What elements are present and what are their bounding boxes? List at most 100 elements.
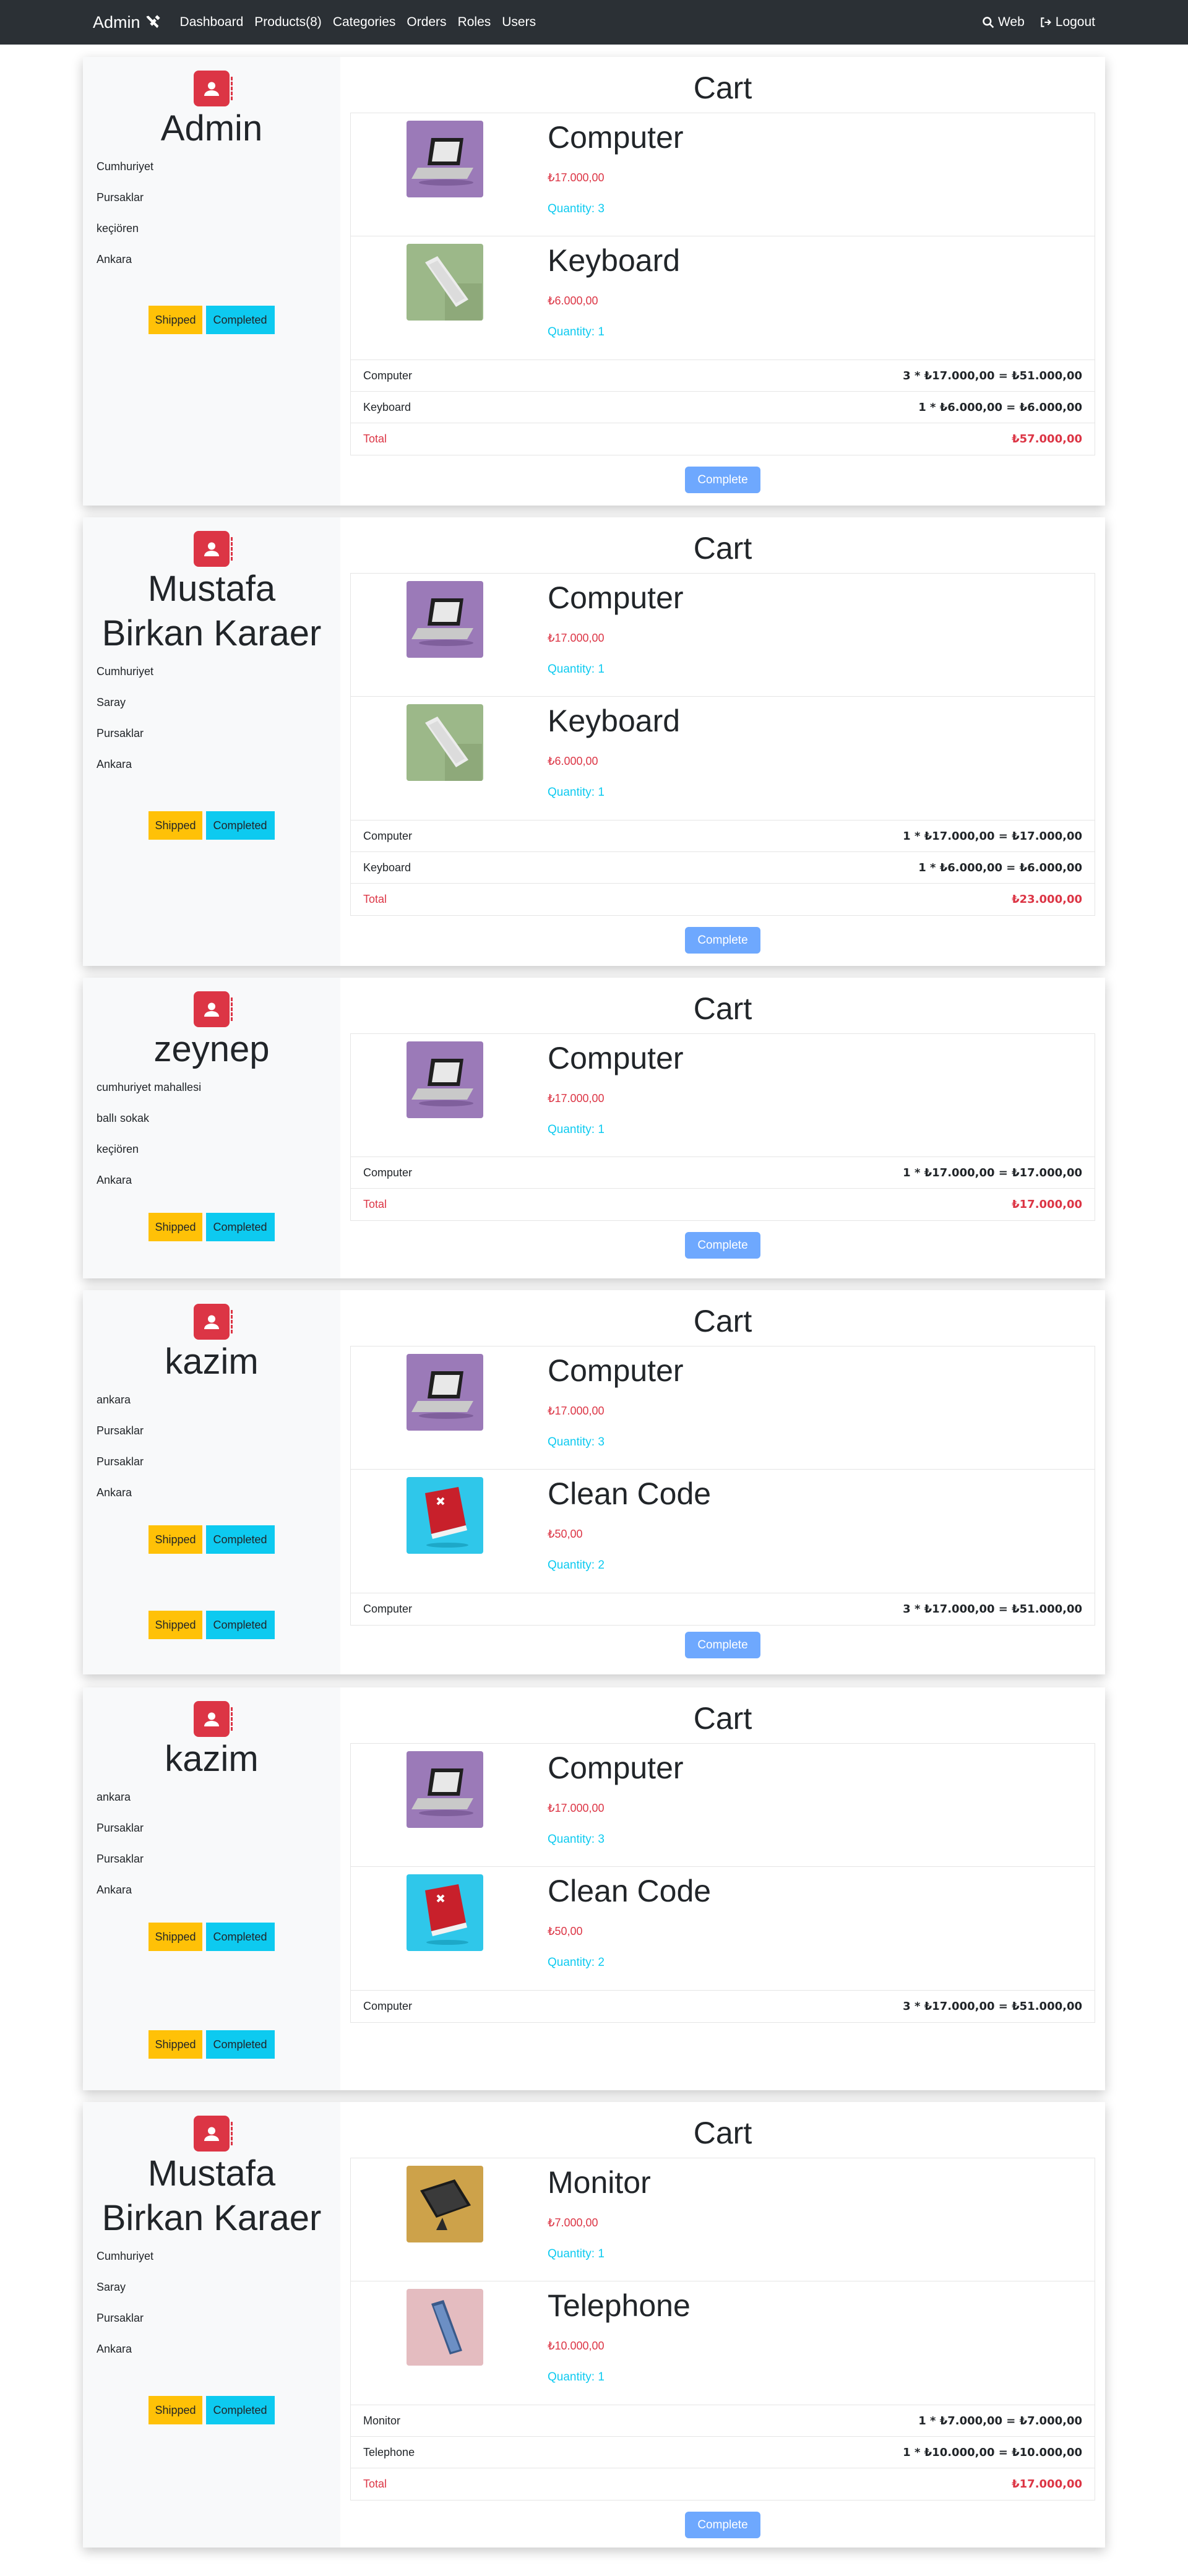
summary-row: Keyboard 1 * ₺6.000,00 = ₺6.000,00 xyxy=(351,392,1095,423)
nav-categories[interactable]: Categories xyxy=(333,15,396,30)
cart-title: Cart xyxy=(693,1304,752,1338)
cart-panel: Cart Computer ₺17.000,00 Quantity: 3 Clean C… xyxy=(340,1290,1105,1674)
summary-label: Computer xyxy=(363,1603,413,1615)
total-value: ₺57.000,00 xyxy=(1012,433,1082,446)
product-quantity: Quantity: 1 xyxy=(548,1123,605,1136)
cart-panel: Cart Monitor ₺7.000,00 Quantity: 1 Telephone… xyxy=(340,2102,1105,2548)
order-card: kazim ankara Pursaklar Pursaklar Ankara Shipp… xyxy=(83,1687,1105,2090)
address-line: Cumhuriyet xyxy=(97,160,154,173)
customer-panel: Admin Cumhuriyet Pursaklar keçiören Ankara Sh… xyxy=(83,57,340,506)
address-line: Ankara xyxy=(97,758,132,770)
shipped-button[interactable]: Shipped xyxy=(148,2030,202,2059)
product-name: Computer xyxy=(548,1041,684,1075)
summary-row: Computer 1 * ₺17.000,00 = ₺17.000,00 xyxy=(351,1157,1095,1189)
cart-product: Monitor ₺7.000,00 Quantity: 1 xyxy=(350,2158,1095,2281)
complete-wrap: Complete xyxy=(350,2512,1095,2538)
monitor-image xyxy=(407,2166,483,2242)
product-name: Telephone xyxy=(548,2288,691,2323)
cart-product: Keyboard ₺6.000,00 Quantity: 1 xyxy=(350,697,1095,821)
status-buttons: Shipped Completed xyxy=(83,2396,340,2424)
product-quantity: Quantity: 1 xyxy=(548,2371,605,2384)
completed-button[interactable]: Completed xyxy=(205,1611,275,1639)
nav-roles[interactable]: Roles xyxy=(458,15,491,30)
complete-button[interactable]: Complete xyxy=(685,1232,760,1259)
nav-products[interactable]: Products(8) xyxy=(254,15,322,30)
summary-label: Keyboard xyxy=(363,400,411,413)
customer-panel: kazim ankara Pursaklar Pursaklar Ankara Shipp… xyxy=(83,1290,340,1674)
nav-right: Web Logout xyxy=(982,15,1095,30)
address-line: cumhuriyet mahallesi xyxy=(97,1081,202,1093)
nav-logout[interactable]: Logout xyxy=(1040,15,1095,30)
address-line: Pursaklar xyxy=(97,1822,144,1834)
completed-button[interactable]: Completed xyxy=(205,1525,275,1554)
product-name: Keyboard xyxy=(548,704,681,738)
summary-row: Keyboard 1 * ₺6.000,00 = ₺6.000,00 xyxy=(351,852,1095,884)
customer-name: kazim xyxy=(165,1342,259,1382)
address-line: Ankara xyxy=(97,1486,132,1499)
complete-button[interactable]: Complete xyxy=(685,467,760,493)
summary-row: Telephone 1 * ₺10.000,00 = ₺10.000,00 xyxy=(351,2437,1095,2468)
product-quantity: Quantity: 1 xyxy=(548,2247,605,2260)
product-list: Computer ₺17.000,00 Quantity: 3 Clean Code ₺… xyxy=(350,1743,1095,1991)
cart-summary: Computer 3 * ₺17.000,00 = ₺51.000,00 xyxy=(350,1593,1095,1626)
summary-calc: 1 * ₺10.000,00 = ₺10.000,00 xyxy=(903,2445,1082,2459)
cart-product: Clean Code ₺50,00 Quantity: 2 xyxy=(350,1470,1095,1593)
status-buttons: Shipped Completed xyxy=(83,306,340,334)
shipped-button[interactable]: Shipped xyxy=(148,1611,202,1639)
cart-panel: Cart Computer ₺17.000,00 Quantity: 1 Keyboar… xyxy=(340,517,1105,966)
completed-button[interactable]: Completed xyxy=(205,2396,275,2424)
product-price: ₺17.000,00 xyxy=(548,1092,605,1105)
product-name: Keyboard xyxy=(548,243,681,278)
nav-dashboard[interactable]: Dashboard xyxy=(180,15,244,30)
address-line: Pursaklar xyxy=(97,1455,144,1468)
summary-row: Computer 3 * ₺17.000,00 = ₺51.000,00 xyxy=(351,360,1095,392)
complete-button[interactable]: Complete xyxy=(685,2512,760,2538)
product-name: Computer xyxy=(548,120,684,155)
nav-web[interactable]: Web xyxy=(982,15,1025,30)
order-card: Mustafa Birkan Karaer Cumhuriyet Saray Purs… xyxy=(83,517,1105,966)
status-buttons: Shipped Completed xyxy=(83,1525,340,1554)
complete-button[interactable]: Complete xyxy=(685,1632,760,1658)
shipped-button[interactable]: Shipped xyxy=(148,2396,202,2424)
total-value: ₺23.000,00 xyxy=(1012,893,1082,906)
nav-orders[interactable]: Orders xyxy=(407,15,446,30)
shipped-button[interactable]: Shipped xyxy=(148,1525,202,1554)
order-card: Admin Cumhuriyet Pursaklar keçiören Ankara Sh… xyxy=(83,57,1105,506)
customer-name: Mustafa Birkan Karaer xyxy=(101,2153,322,2238)
product-quantity: Quantity: 3 xyxy=(548,202,605,215)
address-line: Saray xyxy=(97,696,126,709)
completed-button[interactable]: Completed xyxy=(205,811,275,840)
summary-label: Computer xyxy=(363,1166,413,1179)
laptop-image xyxy=(407,1041,483,1118)
book-image xyxy=(407,1874,483,1951)
shipped-button[interactable]: Shipped xyxy=(148,811,202,840)
brand[interactable]: Admin xyxy=(93,13,161,32)
cart-panel: Cart Computer ₺17.000,00 Quantity: 3 Clean C… xyxy=(340,1687,1105,2090)
product-list: Computer ₺17.000,00 Quantity: 3 Keyboard ₺6.… xyxy=(350,113,1095,360)
laptop-image xyxy=(407,1354,483,1431)
product-quantity: Quantity: 1 xyxy=(548,786,605,799)
summary-calc: 3 * ₺17.000,00 = ₺51.000,00 xyxy=(903,1603,1082,1616)
cart-panel: Cart Computer ₺17.000,00 Quantity: 3 Keyboar… xyxy=(340,57,1105,506)
summary-label: Telephone xyxy=(363,2445,415,2458)
product-name: Monitor xyxy=(548,2165,651,2200)
nav-users[interactable]: Users xyxy=(502,15,536,30)
product-list: Computer ₺17.000,00 Quantity: 3 Clean Code ₺… xyxy=(350,1346,1095,1593)
cart-product: Computer ₺17.000,00 Quantity: 1 xyxy=(350,1033,1095,1157)
shipped-button[interactable]: Shipped xyxy=(148,1923,202,1951)
customer-panel: kazim ankara Pursaklar Pursaklar Ankara Shipp… xyxy=(83,1687,340,2090)
summary-calc: 1 * ₺17.000,00 = ₺17.000,00 xyxy=(903,1166,1082,1179)
completed-button[interactable]: Completed xyxy=(205,1213,275,1241)
customer-panel: Mustafa Birkan Karaer Cumhuriyet Saray Purs… xyxy=(83,517,340,966)
address-line: ankara xyxy=(97,1394,131,1406)
shipped-button[interactable]: Shipped xyxy=(148,1213,202,1241)
shipped-button[interactable]: Shipped xyxy=(148,306,202,334)
address-line: keçiören xyxy=(97,1143,139,1155)
completed-button[interactable]: Completed xyxy=(205,306,275,334)
complete-button[interactable]: Complete xyxy=(685,927,760,954)
cart-product: Keyboard ₺6.000,00 Quantity: 1 xyxy=(350,236,1095,360)
cart-title: Cart xyxy=(693,1701,752,1736)
cart-summary: Computer 1 * ₺17.000,00 = ₺17.000,00 Total… xyxy=(350,1157,1095,1221)
completed-button[interactable]: Completed xyxy=(205,2030,275,2059)
completed-button[interactable]: Completed xyxy=(205,1923,275,1951)
